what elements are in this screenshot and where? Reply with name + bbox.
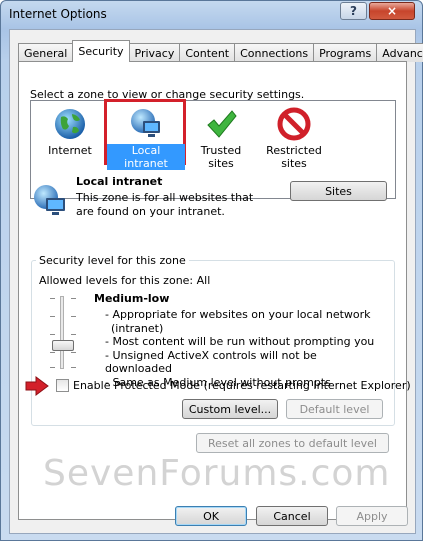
slider-tick	[50, 334, 55, 335]
level-bullet: - Appropriate for websites on your local…	[105, 308, 371, 321]
slider-tick	[50, 352, 55, 353]
red-arrow-icon	[25, 376, 49, 396]
zone-internet[interactable]: Internet	[39, 107, 101, 157]
restricted-icon	[277, 107, 311, 141]
title-bar[interactable]: Internet Options ? ×	[1, 1, 422, 29]
ok-button[interactable]: OK	[175, 506, 247, 526]
internet-options-window: Internet Options ? × General Security Pr…	[0, 0, 423, 541]
apply-button[interactable]: Apply	[336, 506, 408, 526]
watermark-part: Seven	[43, 453, 160, 494]
selected-zone-description: This zone is for all websites that are f…	[76, 191, 254, 218]
slider-tick	[50, 298, 55, 299]
protected-mode-label: Enable Protected Mode (requires restarti…	[73, 379, 411, 392]
zone-internet-label: Internet	[48, 144, 92, 157]
selected-zone-name: Local intranet	[76, 175, 163, 188]
slider-tick	[71, 298, 76, 299]
window-title: Internet Options	[9, 7, 107, 21]
checkmark-icon	[207, 110, 237, 138]
watermark: SevenForums.com	[43, 453, 391, 494]
help-button[interactable]: ?	[340, 2, 367, 20]
security-level-name: Medium-low	[94, 292, 170, 305]
globe-icon	[55, 109, 85, 139]
slider-track[interactable]	[60, 296, 64, 369]
zone-trusted-sites-label: Trusted sites	[200, 144, 242, 170]
default-level-button[interactable]: Default level	[286, 399, 383, 419]
security-level-description: - Appropriate for websites on your local…	[105, 308, 375, 389]
zone-local-intranet-label: Local intranet	[107, 144, 185, 170]
watermark-part: Forums	[159, 453, 299, 494]
slider-thumb[interactable]	[52, 340, 74, 351]
sites-button[interactable]: Sites	[290, 181, 387, 201]
tab-security[interactable]: Security	[72, 40, 130, 62]
zone-trusted-sites[interactable]: Trusted sites	[185, 107, 257, 170]
security-level-group-title: Security level for this zone	[36, 254, 189, 267]
protected-mode-option[interactable]: Enable Protected Mode (requires restarti…	[56, 379, 411, 392]
level-bullet: (intranet)	[111, 321, 164, 335]
level-bullet: - Most content will be run without promp…	[105, 335, 375, 348]
tab-general[interactable]: General	[18, 43, 74, 62]
watermark-part: .com	[298, 453, 391, 494]
cancel-button[interactable]: Cancel	[256, 506, 328, 526]
close-button[interactable]: ×	[369, 2, 415, 20]
reset-all-zones-button[interactable]: Reset all zones to default level	[196, 433, 389, 453]
level-bullet: - Unsigned ActiveX controls will not be …	[105, 348, 317, 376]
tab-connections[interactable]: Connections	[234, 43, 315, 62]
slider-tick	[71, 367, 76, 368]
slider-tick	[71, 352, 76, 353]
tab-content[interactable]: Content	[179, 43, 236, 62]
zone-restricted-sites-label: Restricted sites	[266, 144, 322, 170]
slider-tick	[71, 334, 76, 335]
tab-advanced[interactable]: Advanced	[376, 43, 423, 62]
slider-tick	[50, 316, 55, 317]
tab-strip: General Security Privacy Content Connect…	[18, 40, 423, 62]
tab-programs[interactable]: Programs	[313, 43, 378, 62]
slider-tick	[71, 316, 76, 317]
intranet-icon	[131, 109, 160, 137]
tab-privacy[interactable]: Privacy	[128, 43, 181, 62]
custom-level-button[interactable]: Custom level...	[182, 399, 278, 419]
allowed-levels-label: Allowed levels for this zone: All	[39, 274, 211, 287]
intranet-detail-icon	[34, 185, 65, 215]
protected-mode-checkbox[interactable]	[56, 379, 69, 392]
zone-restricted-sites[interactable]: Restricted sites	[261, 107, 327, 170]
zone-local-intranet[interactable]: Local intranet	[107, 107, 185, 170]
slider-tick	[50, 367, 55, 368]
